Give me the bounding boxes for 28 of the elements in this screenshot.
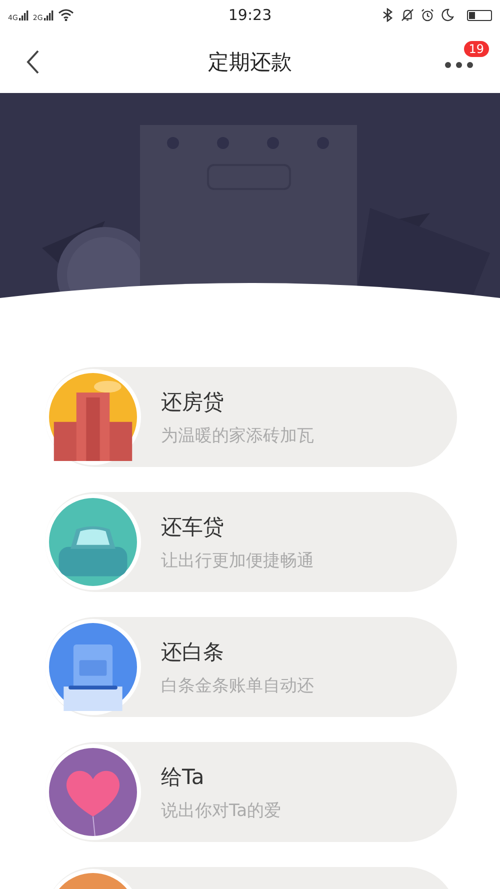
repayment-option[interactable]: 还白条 白条金条账单自动还 xyxy=(45,617,457,717)
option-title: 还白条 xyxy=(161,638,225,666)
battery-icon xyxy=(467,10,492,20)
wifi-icon xyxy=(58,9,74,21)
repayment-option[interactable]: 给Ta 说出你对Ta的爱 xyxy=(45,742,457,842)
page-title: 定期还款 xyxy=(208,48,292,76)
option-title: 还房贷 xyxy=(161,388,225,416)
bluetooth-icon xyxy=(381,8,394,22)
moon-icon xyxy=(441,8,454,22)
more-icon[interactable] xyxy=(444,60,474,68)
option-title: 还车贷 xyxy=(161,514,225,540)
status-time: 19:23 xyxy=(228,6,272,24)
option-subtitle: 为温暖的家添砖加瓦 xyxy=(161,424,314,446)
notification-badge: 19 xyxy=(464,40,489,56)
option-subtitle: 白条金条账单自动还 xyxy=(161,674,314,696)
muted-bell-icon xyxy=(401,8,414,22)
repayment-option[interactable]: 还车贷 让出行更加便捷畅通 xyxy=(45,492,457,592)
option-subtitle: 说出你对Ta的爱 xyxy=(161,800,281,822)
option-subtitle: 让出行更加便捷畅通 xyxy=(161,550,314,572)
car-icon xyxy=(49,498,137,586)
document-icon xyxy=(49,623,137,711)
option-title: 给Ta xyxy=(161,764,206,790)
building-icon xyxy=(49,373,137,461)
signal-icon xyxy=(44,10,54,20)
alarm-icon xyxy=(421,8,434,22)
signal-icon xyxy=(18,10,29,20)
back-icon[interactable] xyxy=(26,48,40,74)
repayment-option[interactable]: 还房贷 为温暖的家添砖加瓦 xyxy=(45,367,457,467)
